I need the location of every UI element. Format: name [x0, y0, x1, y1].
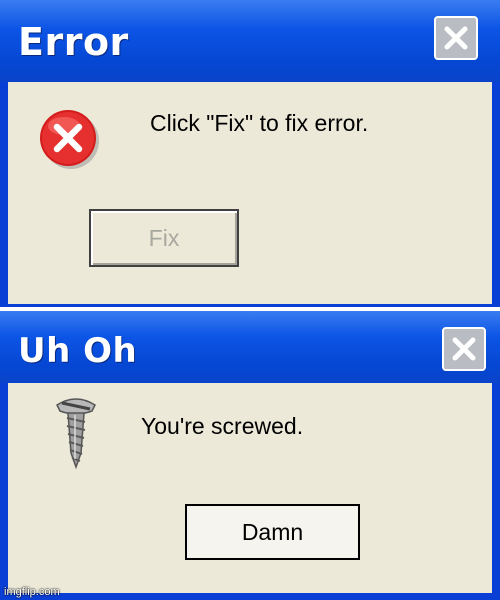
error-dialog-titlebar[interactable]: Error [0, 0, 500, 82]
fix-button[interactable]: Fix [89, 209, 239, 267]
uh-oh-dialog: Uh Oh You're screwed. Damn [0, 311, 500, 600]
uh-oh-dialog-close-button[interactable] [442, 327, 486, 371]
uh-oh-dialog-title: Uh Oh [18, 331, 138, 371]
error-dialog-title: Error [18, 20, 129, 64]
error-dialog: Error Click "Fix" to fix error. Fix [0, 0, 500, 307]
error-message: Click "Fix" to fix error. [150, 110, 369, 136]
uh-oh-dialog-titlebar[interactable]: Uh Oh [0, 311, 500, 383]
screw-icon [54, 393, 98, 477]
uh-oh-dialog-body: You're screwed. Damn [8, 383, 492, 593]
error-dialog-body: Click "Fix" to fix error. Fix [8, 82, 492, 304]
close-icon [452, 337, 476, 361]
error-dialog-close-button[interactable] [434, 16, 478, 60]
close-icon [444, 26, 468, 50]
watermark: imgflip.com [4, 586, 60, 598]
damn-button[interactable]: Damn [185, 504, 360, 560]
uh-oh-message: You're screwed. [141, 413, 304, 439]
error-x-icon [38, 108, 102, 176]
